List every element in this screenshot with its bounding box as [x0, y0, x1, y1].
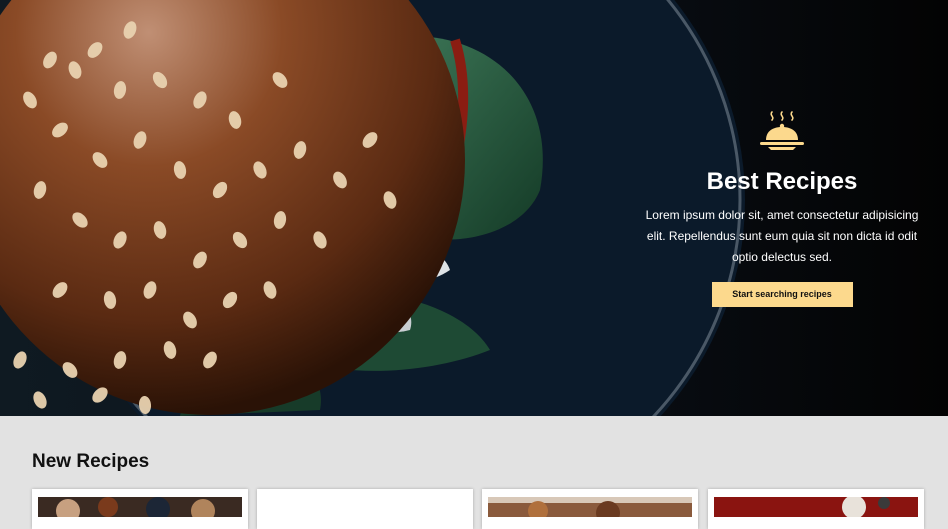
recipe-card[interactable]: [32, 489, 248, 529]
recipe-card[interactable]: [708, 489, 924, 529]
new-recipes-section: New Recipes: [0, 416, 948, 529]
hero-description: Lorem ipsum dolor sit, amet consectetur …: [645, 208, 919, 264]
hero-title: Best Recipes: [706, 168, 858, 195]
cloche-icon: [760, 111, 804, 150]
recipe-image: [714, 497, 918, 517]
hero-content: Best Recipes Lorem ipsum dolor sit, amet…: [640, 108, 924, 307]
recipe-card[interactable]: [482, 489, 698, 529]
recipe-image: [488, 497, 692, 517]
section-title: New Recipes: [32, 451, 150, 472]
recipe-image: [38, 497, 242, 517]
start-searching-button[interactable]: Start searching recipes: [711, 282, 853, 307]
recipe-card[interactable]: [257, 489, 473, 529]
hero-banner: Best Recipes Lorem ipsum dolor sit, amet…: [0, 0, 948, 416]
recipe-image: [263, 497, 467, 517]
